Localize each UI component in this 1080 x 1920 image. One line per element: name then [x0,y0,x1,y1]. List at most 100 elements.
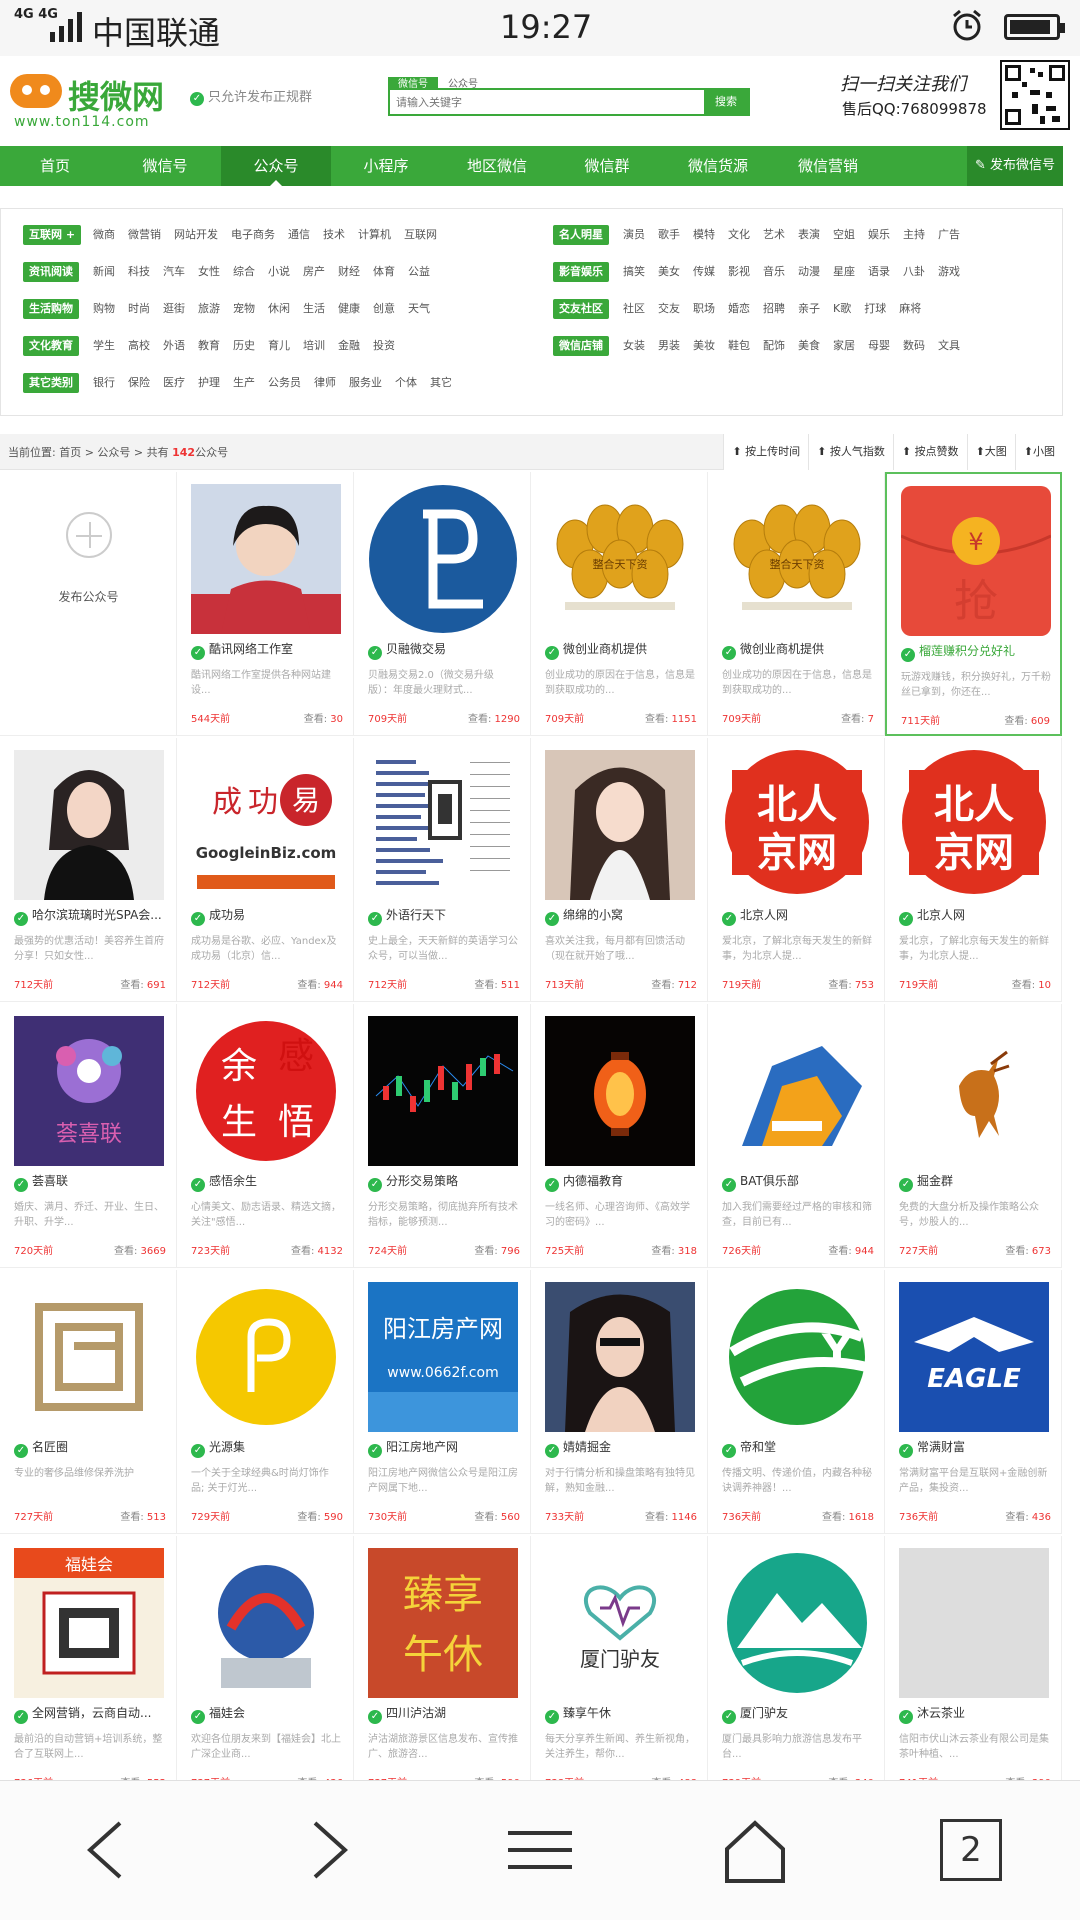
account-thumbnail[interactable] [191,1548,341,1698]
category-link[interactable]: 健康 [338,299,360,319]
account-thumbnail[interactable]: 北人 京网 [722,750,872,900]
category-link[interactable]: 网站开发 [174,225,218,245]
account-thumbnail[interactable]: 福娃会 [14,1548,164,1698]
category-link[interactable]: 生产 [233,373,255,393]
category-tag[interactable]: 生活购物 [23,299,79,319]
category-tag[interactable]: 互联网 + [23,225,82,245]
category-link[interactable]: 交友 [658,299,680,319]
category-link[interactable]: 科技 [128,262,150,282]
category-link[interactable]: 天气 [408,299,430,319]
account-card[interactable]: 整合天下资 ✓ 微创业商机提供 创业成功的原因在于信息，信息是到获取成功的... 709… [531,472,708,736]
category-link[interactable]: 男装 [658,336,680,356]
category-link[interactable]: 教育 [198,336,220,356]
account-thumbnail[interactable] [191,1282,341,1432]
category-tag[interactable]: 资讯阅读 [23,262,79,282]
category-link[interactable]: 护理 [198,373,220,393]
account-card[interactable]: 荟喜联 ✓ 荟喜联 婚庆、满月、乔迁、开业、生日、升职、升学... 720天前 查看: 3… [0,1004,177,1268]
account-card[interactable]: ✓ 分形交易策略 分形交易策略，彻底抛弃所有技术指标，能够预测... 724天前 查看:… [354,1004,531,1268]
account-thumbnail[interactable]: 臻享 午休 [368,1548,518,1698]
category-link[interactable]: 时尚 [128,299,150,319]
account-card[interactable]: 成功易 GoogleinBiz.com ✓ 成功易 成功易是谷歌、必应、Yandex及成… [177,738,354,1002]
category-link[interactable]: 技术 [323,225,345,245]
category-link[interactable]: 主持 [903,225,925,245]
category-link[interactable]: 美妆 [693,336,715,356]
account-name[interactable]: ✓ 绵绵的小窝 [545,906,705,926]
category-link[interactable]: 麻将 [899,299,921,319]
category-link[interactable]: 医疗 [163,373,185,393]
account-thumbnail[interactable] [368,750,518,900]
category-link[interactable]: 鞋包 [728,336,750,356]
account-name[interactable]: ✓ 外语行天下 [368,906,528,926]
category-link[interactable]: 个体 [395,373,417,393]
nav-marketing[interactable]: 微信营销 [773,146,883,186]
category-link[interactable]: 演员 [623,225,645,245]
account-thumbnail[interactable]: ¥ 抢 [901,486,1051,636]
category-link[interactable]: 高校 [128,336,150,356]
category-link[interactable]: 模特 [693,225,715,245]
account-card[interactable]: 北人 京网 ✓ 北京人网 爱北京，了解北京每天发生的新鲜事，为北京人提... 719天前 查… [708,738,885,1002]
category-tag[interactable]: 交友社区 [553,299,609,319]
category-link[interactable]: 艺术 [763,225,785,245]
category-link[interactable]: 计算机 [358,225,391,245]
account-card[interactable]: ¥ 抢 ✓ 榴莲赚积分兑好礼 玩游戏赚钱，积分换好礼，万千粉丝已拿到，你还在... 711… [885,472,1062,736]
category-link[interactable]: 微商 [93,225,115,245]
category-link[interactable]: 投资 [373,336,395,356]
category-link[interactable]: 职场 [693,299,715,319]
category-link[interactable]: 逛街 [163,299,185,319]
account-name[interactable]: ✓ 微创业商机提供 [722,640,882,660]
account-card[interactable]: ✓ BAT俱乐部 加入我们需要经过严格的审核和筛查，目前已有... 726天前 查看: … [708,1004,885,1268]
category-link[interactable]: 保险 [128,373,150,393]
account-card[interactable]: ✓ 外语行天下 史上最全，天天新鲜的英语学习公众号，可以当做... 712天前 查看: … [354,738,531,1002]
menu-icon[interactable] [500,1815,580,1885]
account-card[interactable]: EAGLE ✓ 常满财富 常满财富平台是互联网+金融创新产品，集投资... 736天前 查… [885,1270,1062,1534]
account-card[interactable]: ✓ 内德福教育 一线名师、心理咨询师、《高效学习的密码》... 725天前 查看: 31… [531,1004,708,1268]
category-tag[interactable]: 文化教育 [23,336,79,356]
category-link[interactable]: 配饰 [763,336,785,356]
account-name[interactable]: ✓ 掘金群 [899,1172,1059,1192]
account-name[interactable]: ✓ 荟喜联 [14,1172,174,1192]
category-link[interactable]: 美女 [658,262,680,282]
account-thumbnail[interactable] [191,484,341,634]
category-link[interactable]: 新闻 [93,262,115,282]
account-name[interactable]: ✓ 厦门驴友 [722,1704,882,1724]
nav-official-accounts[interactable]: 公众号 [221,146,331,186]
account-card[interactable]: ✓ 婧婧掘金 对于行情分析和操盘策略有独特见解，熟知金融... 733天前 查看: 11… [531,1270,708,1534]
category-link[interactable]: 金融 [338,336,360,356]
category-link[interactable]: 生活 [303,299,325,319]
account-thumbnail[interactable]: 荟喜联 [14,1016,164,1166]
category-link[interactable]: 传媒 [693,262,715,282]
search-button[interactable]: 搜索 [704,90,748,114]
category-tag[interactable]: 名人明星 [553,225,609,245]
account-name[interactable]: ✓ 微创业商机提供 [545,640,705,660]
account-card[interactable]: Y ✓ 帝和堂 传播文明、传递价值，内藏各种秘诀调养神器！... 736天前 查看: 16… [708,1270,885,1534]
account-name[interactable]: ✓ 榴莲赚积分兑好礼 [901,642,1061,662]
account-name[interactable]: ✓ 成功易 [191,906,351,926]
nav-home[interactable]: 首页 [0,146,110,186]
account-thumbnail[interactable]: 阳江房产网 www.0662f.com [368,1282,518,1432]
nav-groups[interactable]: 微信群 [552,146,662,186]
category-link[interactable]: 美食 [798,336,820,356]
account-name[interactable]: ✓ BAT俱乐部 [722,1172,882,1192]
sort-by-upload-time[interactable]: ⬆ 按上传时间 [723,434,809,470]
account-card[interactable]: ✓ 光源集 一个关于全球经典&时尚灯饰作品; 关于灯光... 729天前 查看: 590 [177,1270,354,1534]
category-link[interactable]: 数码 [903,336,925,356]
account-name[interactable]: ✓ 四川泸沽湖 [368,1704,528,1724]
account-name[interactable]: ✓ 贝融微交易 [368,640,528,660]
account-card[interactable]: ✓ 酷讯网络工作室 酷讯网络工作室提供各种网站建设... 544天前 查看: 30 [177,472,354,736]
account-thumbnail[interactable] [722,1016,872,1166]
nav-mini-programs[interactable]: 小程序 [331,146,441,186]
account-thumbnail[interactable]: 余感生悟 [191,1016,341,1166]
search-input[interactable] [390,90,706,114]
category-link[interactable]: 歌手 [658,225,680,245]
account-card[interactable]: ✓ 名匠圈 专业的奢侈品维修保养洗护 727天前 查看: 513 [0,1270,177,1534]
category-tag[interactable]: 影音娱乐 [553,262,609,282]
account-name[interactable]: ✓ 全网营销，云商自动... [14,1704,174,1724]
category-link[interactable]: 游戏 [938,262,960,282]
account-thumbnail[interactable]: 整合天下资 [722,484,872,634]
nav-wechat-id[interactable]: 微信号 [110,146,220,186]
account-card[interactable]: 福娃会 ✓ 全网营销，云商自动... 最前沿的自动营销+培训系统，整合了互联网上...… [0,1536,177,1780]
home-icon[interactable] [715,1815,795,1885]
account-card[interactable]: ✓厦门驴友厦门最具影响力旅游信息发布平台...739天前查看: 340 [708,1536,885,1780]
back-icon[interactable] [70,1815,150,1885]
sort-by-likes[interactable]: ⬆ 按点赞数 [892,434,967,470]
